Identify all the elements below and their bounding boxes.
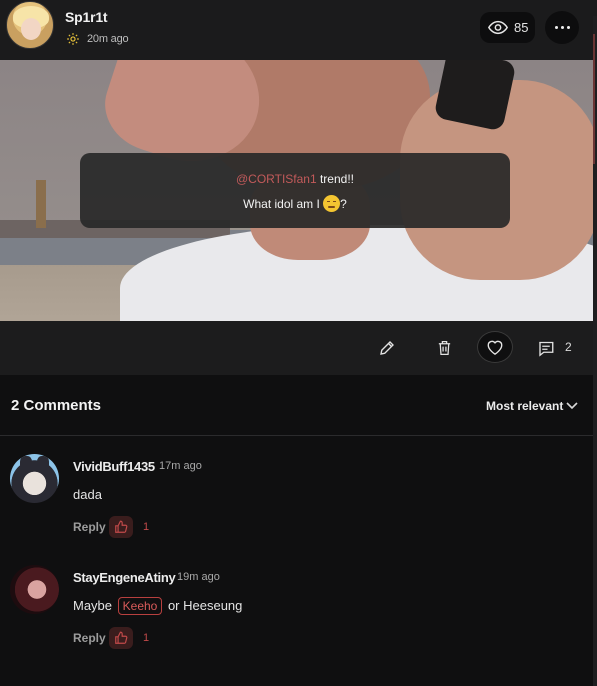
avatar-face	[21, 18, 41, 40]
gear-icon	[67, 33, 79, 45]
comment-text: Maybe Keeho or Heeseung	[73, 597, 242, 615]
views-counter[interactable]: 85	[480, 12, 535, 43]
comment-like-button[interactable]	[109, 516, 133, 538]
sort-dropdown[interactable]: Most relevant	[486, 399, 563, 413]
comment-like-button[interactable]	[109, 627, 133, 649]
image-tower	[36, 180, 46, 228]
comment-timestamp: 19m ago	[177, 571, 220, 583]
more-icon-dot	[561, 26, 564, 29]
more-options-button[interactable]	[545, 11, 579, 44]
caption-line-1: @CORTISfan1 trend!!	[80, 172, 510, 186]
delete-button[interactable]	[428, 321, 460, 375]
comment-username[interactable]: VividBuff1435	[73, 459, 155, 474]
comment-text-part: or Heeseung	[164, 598, 243, 613]
comments-divider	[0, 435, 593, 436]
comment-username[interactable]: StayEngeneAtiny	[73, 570, 176, 585]
thumbs-up-icon	[115, 520, 128, 533]
comment-avatar[interactable]	[10, 565, 59, 614]
edit-icon	[380, 341, 394, 355]
author-username[interactable]: Sp1r1t	[65, 9, 108, 25]
edit-button[interactable]	[370, 321, 404, 375]
author-avatar[interactable]	[6, 1, 54, 49]
thumbs-up-icon	[115, 631, 128, 644]
comment-icon	[539, 341, 554, 357]
comment-like-count: 1	[143, 632, 150, 644]
comments-title: 2 Comments	[11, 397, 102, 414]
caption-text-1: trend!!	[316, 172, 354, 186]
more-icon	[555, 26, 558, 29]
trash-icon	[438, 340, 450, 356]
idol-tag[interactable]: Keeho	[117, 597, 163, 615]
relieved-emoji-icon	[323, 195, 341, 212]
avatar-ear	[37, 456, 49, 470]
chevron-down-icon[interactable]	[566, 402, 578, 410]
scrollbar[interactable]	[593, 16, 597, 686]
comment-count: 2	[565, 340, 572, 354]
heart-icon	[487, 340, 503, 355]
caption-line-2: What idol am I ?	[80, 195, 510, 212]
caption-text-3: ?	[340, 197, 347, 211]
comment-text: dada	[73, 487, 102, 502]
post-timestamp: 20m ago	[87, 33, 129, 45]
comment-timestamp: 17m ago	[159, 460, 202, 472]
reply-button[interactable]: Reply	[73, 631, 106, 645]
comment-text-part: Maybe	[73, 598, 116, 613]
views-count: 85	[514, 20, 529, 35]
eye-icon	[488, 20, 508, 35]
user-mention[interactable]: @CORTISfan1	[236, 172, 317, 186]
post-header: Sp1r1t 20m ago 85	[0, 0, 597, 60]
reply-button[interactable]: Reply	[73, 520, 106, 534]
caption-text-2: What idol am I	[243, 197, 324, 211]
post-caption: @CORTISfan1 trend!! What idol am I ?	[80, 153, 510, 228]
comment-avatar[interactable]	[10, 454, 59, 503]
comment-like-count: 1	[143, 521, 150, 533]
like-button[interactable]	[477, 331, 513, 363]
comments-button[interactable]	[530, 321, 562, 375]
avatar-ear	[20, 456, 32, 470]
more-icon-dot	[567, 26, 570, 29]
